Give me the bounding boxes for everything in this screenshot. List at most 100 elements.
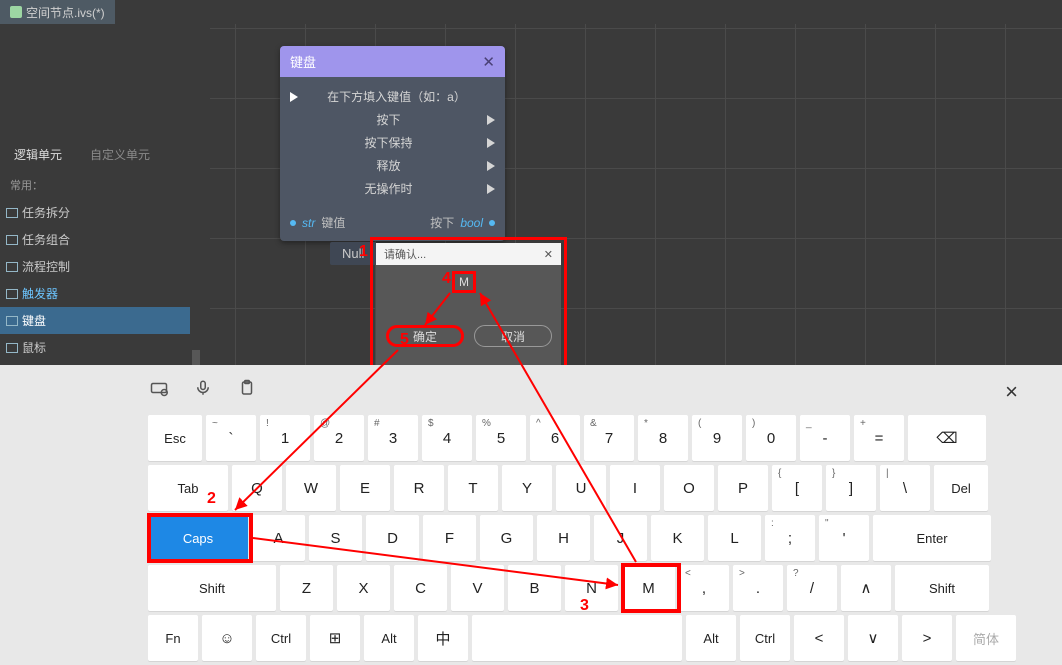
key-D[interactable]: D (366, 515, 419, 561)
key-=[interactable]: += (854, 415, 904, 461)
key-caps[interactable]: Caps (148, 515, 248, 561)
key-H[interactable]: H (537, 515, 590, 561)
key-`[interactable]: ~` (206, 415, 256, 461)
key-F[interactable]: F (423, 515, 476, 561)
key-quote[interactable]: "' (819, 515, 869, 561)
dialog-title-bar[interactable]: 请确认... ✕ (376, 243, 561, 265)
key-win[interactable]: ⊞ (310, 615, 360, 661)
file-tab[interactable]: 空间节点.ivs(*) (0, 0, 115, 24)
sidebar-item-mouse[interactable]: 鼠标 (0, 334, 190, 361)
key-X[interactable]: X (337, 565, 390, 611)
key-del[interactable]: Del (934, 465, 988, 511)
key-J[interactable]: J (594, 515, 647, 561)
key-alt-l[interactable]: Alt (364, 615, 414, 661)
cancel-button[interactable]: 取消 (474, 325, 552, 347)
sidebar-item-task-group[interactable]: 任务组合 (0, 226, 190, 253)
key-arrow-right[interactable]: > (902, 615, 952, 661)
key-backslash[interactable]: |\ (880, 465, 930, 511)
file-tab-strip: 空间节点.ivs(*) (0, 0, 115, 24)
key-emoji[interactable]: ☺ (202, 615, 252, 661)
key-I[interactable]: I (610, 465, 660, 511)
key-tab[interactable]: Tab (148, 465, 228, 511)
side-tab-logic[interactable]: 逻辑单元 (0, 140, 76, 169)
key-1[interactable]: !1 (260, 415, 310, 461)
close-icon[interactable]: ✕ (482, 53, 495, 71)
in-port-icon[interactable] (290, 220, 296, 226)
key-4[interactable]: $4 (422, 415, 472, 461)
node-title-bar[interactable]: 键盘 ✕ (280, 46, 505, 77)
key-N[interactable]: N (565, 565, 618, 611)
key-0[interactable]: )0 (746, 415, 796, 461)
key-O[interactable]: O (664, 465, 714, 511)
out-port-icon[interactable] (487, 161, 495, 171)
key-arrow-down[interactable]: ∨ (848, 615, 898, 661)
key-K[interactable]: K (651, 515, 704, 561)
key-C[interactable]: C (394, 565, 447, 611)
close-icon[interactable]: ✕ (544, 248, 553, 261)
key-arrow-left[interactable]: < (794, 615, 844, 661)
key-period[interactable]: >. (733, 565, 783, 611)
side-tab-custom[interactable]: 自定义单元 (76, 140, 164, 169)
key-G[interactable]: G (480, 515, 533, 561)
out-port-icon[interactable] (489, 220, 495, 226)
sidebar-item-keyboard[interactable]: 键盘 (0, 307, 190, 334)
key-U[interactable]: U (556, 465, 606, 511)
key-B[interactable]: B (508, 565, 561, 611)
key-ctrl-l[interactable]: Ctrl (256, 615, 306, 661)
key-R[interactable]: R (394, 465, 444, 511)
key-bracket-l[interactable]: {[ (772, 465, 822, 511)
key-alt-r[interactable]: Alt (686, 615, 736, 661)
key-A[interactable]: A (252, 515, 305, 561)
sidebar-item-task-split[interactable]: 任务拆分 (0, 199, 190, 226)
key-Y[interactable]: Y (502, 465, 552, 511)
key--[interactable]: _- (800, 415, 850, 461)
key-2[interactable]: @2 (314, 415, 364, 461)
out-port-icon[interactable] (487, 184, 495, 194)
key-6[interactable]: ^6 (530, 415, 580, 461)
key-M[interactable]: M (622, 565, 675, 611)
key-E[interactable]: E (340, 465, 390, 511)
key-shift-l[interactable]: Shift (148, 565, 276, 611)
key-ime-mode[interactable]: 简体 (956, 615, 1016, 661)
key-esc[interactable]: Esc (148, 415, 202, 461)
key-8[interactable]: *8 (638, 415, 688, 461)
key-S[interactable]: S (309, 515, 362, 561)
sidebar-item-trigger[interactable]: 触发器 (0, 280, 190, 307)
key-ctrl-r[interactable]: Ctrl (740, 615, 790, 661)
key-fn[interactable]: Fn (148, 615, 198, 661)
key-space[interactable] (472, 615, 682, 661)
key-ime[interactable]: 中 (418, 615, 468, 661)
key-9[interactable]: (9 (692, 415, 742, 461)
key-5[interactable]: %5 (476, 415, 526, 461)
block-icon (6, 235, 18, 245)
key-7[interactable]: &7 (584, 415, 634, 461)
key-arrow-up[interactable]: ∧ (841, 565, 891, 611)
key-L[interactable]: L (708, 515, 761, 561)
key-Q[interactable]: Q (232, 465, 282, 511)
key-slash[interactable]: ?/ (787, 565, 837, 611)
node-row-press: 按下 (376, 111, 400, 128)
key-backspace[interactable]: ⌫ (908, 415, 986, 461)
microphone-icon[interactable] (194, 379, 212, 397)
key-bracket-r[interactable]: }] (826, 465, 876, 511)
key-semicolon[interactable]: :; (765, 515, 815, 561)
type-bool-label: bool (460, 216, 483, 230)
sidebar-item-flow[interactable]: 流程控制 (0, 253, 190, 280)
key-3[interactable]: #3 (368, 415, 418, 461)
key-comma[interactable]: <, (679, 565, 729, 611)
key-shift-r[interactable]: Shift (895, 565, 989, 611)
clipboard-icon[interactable] (238, 379, 256, 397)
key-W[interactable]: W (286, 465, 336, 511)
out-port-icon[interactable] (487, 115, 495, 125)
key-P[interactable]: P (718, 465, 768, 511)
key-T[interactable]: T (448, 465, 498, 511)
keyboard-settings-icon[interactable] (150, 379, 168, 397)
keyboard-close-button[interactable]: × (1005, 379, 1018, 405)
node-keyboard[interactable]: 键盘 ✕ 在下方填入键值（如：a） 按下 按下保持 释放 无操作时 str 键值… (280, 46, 505, 241)
ok-button[interactable]: 确定 (386, 325, 464, 347)
key-Z[interactable]: Z (280, 565, 333, 611)
node-canvas[interactable]: 键盘 ✕ 在下方填入键值（如：a） 按下 按下保持 释放 无操作时 str 键值… (210, 24, 1062, 365)
key-V[interactable]: V (451, 565, 504, 611)
key-enter[interactable]: Enter (873, 515, 991, 561)
out-port-icon[interactable] (487, 138, 495, 148)
